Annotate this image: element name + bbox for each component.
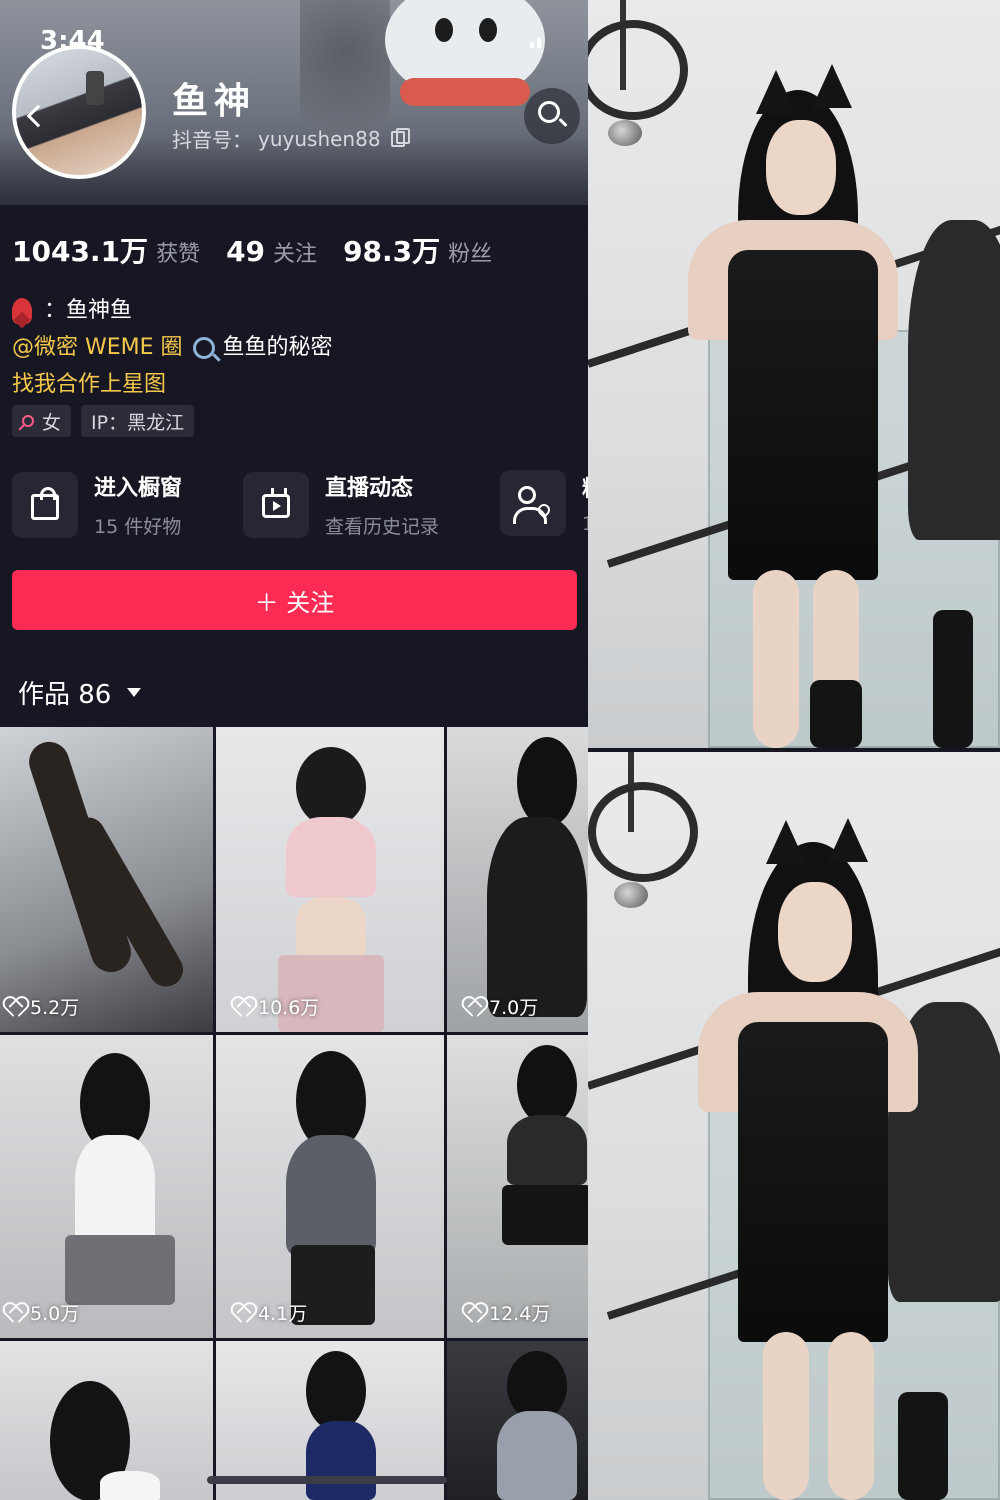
work-thumbnail[interactable]: [0, 1341, 213, 1500]
heart-icon: [463, 998, 483, 1016]
black-dress: [728, 250, 878, 580]
work-thumbnail[interactable]: 4.1万: [216, 1035, 444, 1338]
caret-down-icon: [127, 688, 142, 697]
signal-icon: [530, 36, 548, 48]
heart-icon: [232, 998, 252, 1016]
shortcut-live-history[interactable]: 直播动态 查看历史记录: [243, 470, 439, 539]
shortcut-shop-window[interactable]: 进入橱窗 15 件好物: [12, 470, 182, 539]
cat-ear: [756, 70, 796, 114]
female-icon: [22, 415, 34, 427]
fans-icon: [513, 486, 547, 524]
stat-likes[interactable]: 1043.1万 获赞: [12, 230, 200, 270]
bio-line-2: @微密 WEME 圈 鱼鱼的秘密: [12, 329, 333, 366]
work-thumbnail[interactable]: 5.0万: [0, 1035, 213, 1338]
chevron-left-icon: [26, 104, 50, 128]
bio-line-3[interactable]: 找我合作上星图: [12, 366, 333, 403]
works-tab[interactable]: 作品 86: [18, 674, 142, 711]
ribbon-icon: [12, 297, 32, 324]
shopping-bag-icon: [31, 486, 59, 520]
douyin-id-label: 抖音号：: [172, 128, 252, 152]
douyin-id-row: 抖音号： yuyushen88: [172, 124, 410, 153]
back-button[interactable]: [22, 100, 58, 136]
profile-stats: 1043.1万 获赞 49 关注 98.3万 粉丝: [12, 230, 492, 270]
work-thumbnail[interactable]: 7.0万: [447, 727, 588, 1032]
bio-line-1: ：鱼神鱼: [12, 292, 333, 329]
pendant-lamp: [588, 20, 688, 120]
follow-button[interactable]: ＋ 关注: [12, 570, 577, 630]
profile-tags: 女 IP：黑龙江: [12, 405, 195, 437]
heart-icon: [4, 1304, 24, 1322]
copy-icon[interactable]: [390, 127, 410, 147]
ip-location-tag: IP：黑龙江: [81, 405, 195, 437]
cat-ear: [766, 820, 806, 864]
cat-ear: [812, 64, 852, 108]
work-thumbnail[interactable]: 10.6万: [216, 727, 444, 1032]
search-button[interactable]: [524, 88, 580, 144]
shortcut-fans-group[interactable]: 粉 1: [500, 470, 588, 536]
profile-nickname: 鱼神: [172, 81, 257, 122]
work-thumbnail[interactable]: 12.4万: [447, 1035, 588, 1338]
magnifier-icon: [192, 336, 215, 359]
stat-followers[interactable]: 98.3万 粉丝: [343, 230, 492, 270]
tv-icon: [262, 493, 290, 518]
heart-icon: [232, 1304, 252, 1322]
heart-icon: [4, 998, 24, 1016]
work-thumbnail[interactable]: 5.2万: [0, 727, 213, 1032]
douyin-id-value: yuyushen88: [258, 126, 381, 151]
gender-tag: 女: [12, 405, 72, 437]
profile-shortcuts: 进入橱窗 15 件好物 直播动态 查看历史记录 粉 1: [12, 470, 588, 538]
works-grid: 5.2万 10.6万 7.0万 5.0万 4.1万 12.4万: [0, 727, 588, 1500]
work-thumbnail[interactable]: [447, 1341, 588, 1500]
video-frame-top: [588, 0, 1000, 748]
stat-following[interactable]: 49 关注: [226, 235, 317, 268]
profile-panel: 3:44 鱼神 抖音号： yuyushen88 1043.1万 获赞 49 关注…: [0, 0, 588, 1500]
home-indicator[interactable]: [207, 1476, 447, 1484]
pendant-lamp: [588, 782, 698, 882]
bio-mention-link[interactable]: @微密 WEME 圈: [12, 329, 183, 366]
search-icon: [538, 101, 560, 123]
video-frame-bottom: [588, 752, 1000, 1500]
black-dress: [738, 1022, 888, 1342]
cat-ear: [828, 818, 868, 862]
heart-icon: [463, 1304, 483, 1322]
profile-bio: ：鱼神鱼 @微密 WEME 圈 鱼鱼的秘密 找我合作上星图: [12, 292, 333, 403]
